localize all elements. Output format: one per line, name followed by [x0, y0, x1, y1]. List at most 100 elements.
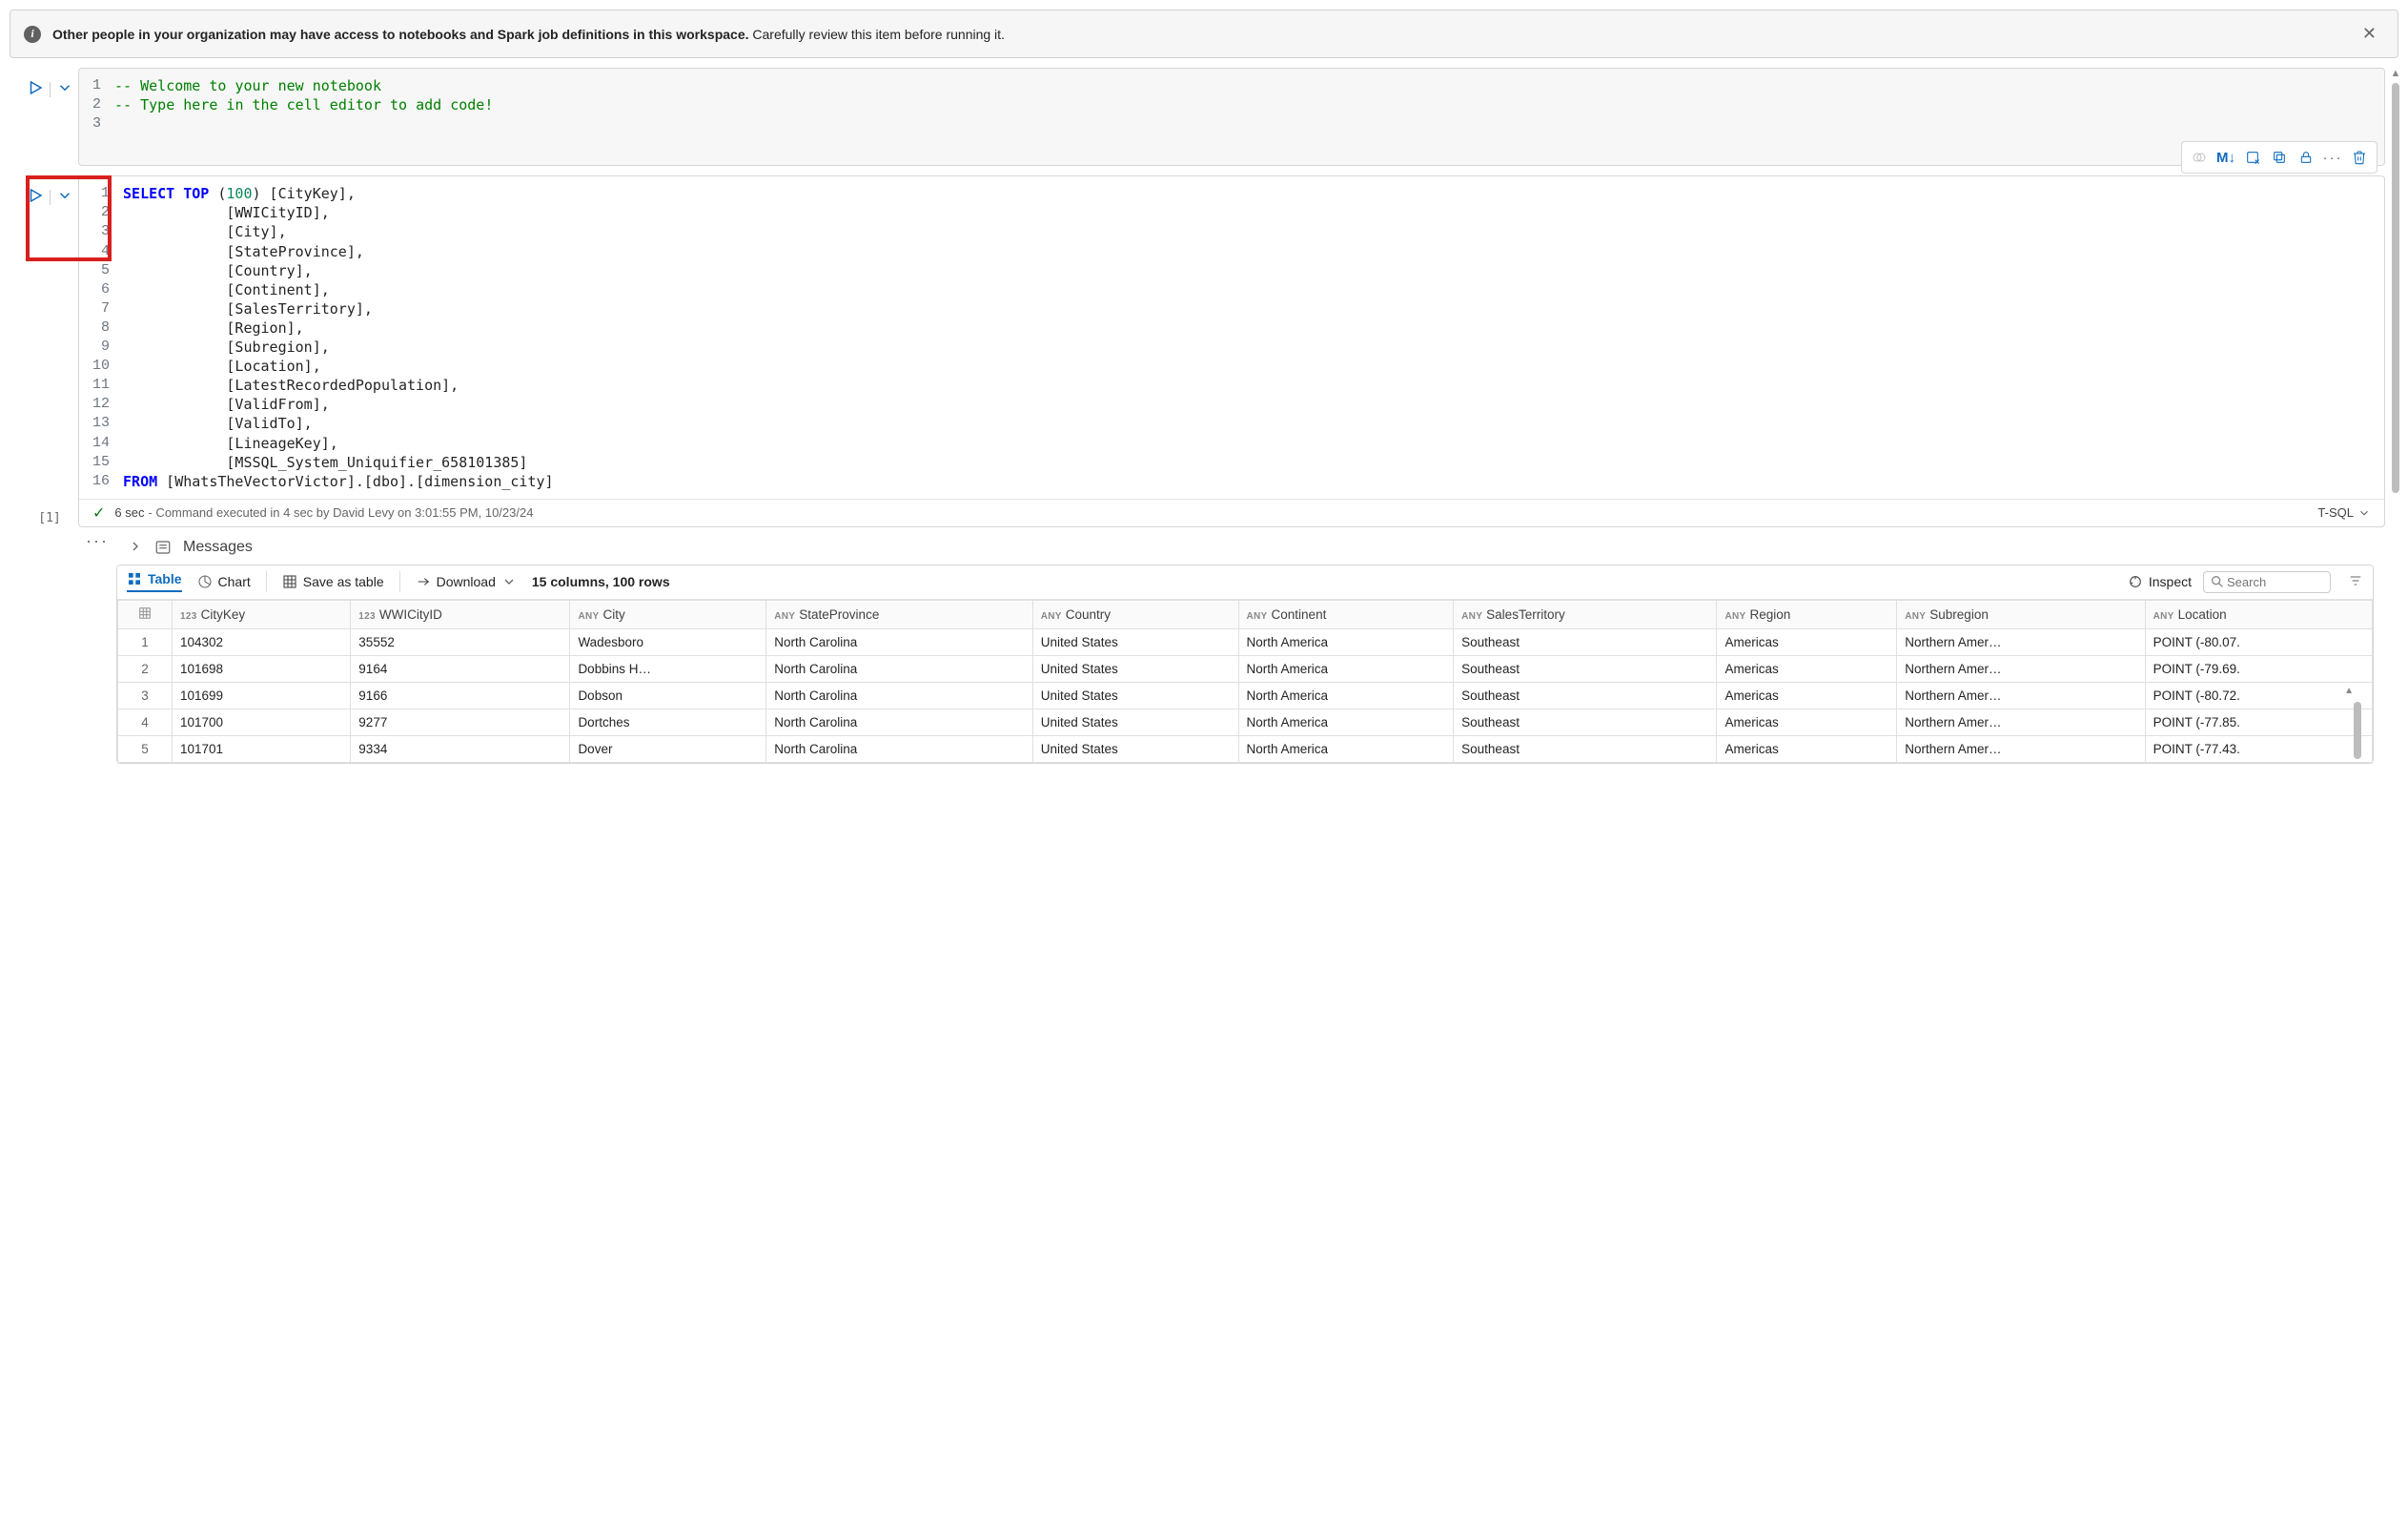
column-header[interactable]: ANYRegion — [1717, 600, 1897, 628]
search-input[interactable] — [2225, 574, 2305, 590]
column-header[interactable]: 123WWICityID — [351, 600, 570, 628]
row-index-header[interactable] — [118, 600, 173, 628]
scroll-up-icon[interactable]: ▲ — [2391, 68, 2401, 79]
table-cell: North Carolina — [766, 735, 1032, 762]
table-cell: United States — [1032, 628, 1238, 655]
table-cell: Southeast — [1454, 682, 1717, 709]
grid-icon — [282, 574, 297, 589]
table-cell: North America — [1238, 682, 1454, 709]
table-cell: North Carolina — [766, 682, 1032, 709]
results-toolbar: Table Chart Save as table — [117, 565, 2373, 600]
column-header[interactable]: 123CityKey — [173, 600, 351, 628]
inspect-button[interactable]: Inspect — [2128, 574, 2192, 589]
table-cell: 101700 — [173, 709, 351, 735]
cell2-editor[interactable]: 12345678910111213141516 SELECT TOP (100)… — [78, 175, 2385, 527]
cell1-editor[interactable]: 123 -- Welcome to your new notebook -- T… — [78, 68, 2385, 166]
table-cell: Dortches — [570, 709, 766, 735]
cell1-gutter — [21, 68, 78, 166]
cell-output-more-icon[interactable]: ··· — [86, 531, 109, 551]
cell2-language-picker[interactable]: T-SQL — [2317, 505, 2371, 520]
delete-cell-icon[interactable] — [2346, 146, 2373, 169]
table-cell: United States — [1032, 709, 1238, 735]
table-cell: Southeast — [1454, 628, 1717, 655]
grid-icon — [138, 606, 152, 620]
table-cell: 35552 — [351, 628, 570, 655]
view-table-tab[interactable]: Table — [127, 571, 182, 592]
inspect-icon — [2128, 574, 2143, 589]
lock-cell-icon[interactable] — [2293, 146, 2319, 169]
close-icon[interactable]: ✕ — [2355, 20, 2384, 48]
copilot-icon — [2186, 146, 2213, 169]
column-header[interactable]: ANYCity — [570, 600, 766, 628]
cell1-code[interactable]: -- Welcome to your new notebook -- Type … — [114, 76, 2373, 134]
column-header[interactable]: ANYSubregion — [1897, 600, 2145, 628]
messages-label: Messages — [183, 539, 253, 556]
results-table[interactable]: 123CityKey123WWICityIDANYCityANYStatePro… — [117, 600, 2373, 763]
column-header[interactable]: ANYLocation — [2145, 600, 2372, 628]
table-cell: Northern Amer… — [1897, 682, 2145, 709]
table-cell: POINT (-80.72. — [2145, 682, 2372, 709]
run-cell-button[interactable] — [27, 187, 44, 207]
column-header[interactable]: ANYStateProvince — [766, 600, 1032, 628]
table-cell: Southeast — [1454, 655, 1717, 682]
table-row[interactable]: 41017009277DortchesNorth CarolinaUnited … — [118, 709, 2373, 735]
column-header[interactable]: ANYCountry — [1032, 600, 1238, 628]
column-header[interactable]: ANYSalesTerritory — [1454, 600, 1717, 628]
messages-icon — [154, 539, 172, 556]
table-row[interactable]: 21016989164Dobbins H…North CarolinaUnite… — [118, 655, 2373, 682]
table-cell: Dover — [570, 735, 766, 762]
table-row[interactable]: 51017019334DoverNorth CarolinaUnited Sta… — [118, 735, 2373, 762]
table-cell: Northern Amer… — [1897, 628, 2145, 655]
clear-output-icon[interactable] — [2239, 146, 2266, 169]
table-cell: Americas — [1717, 709, 1897, 735]
download-icon — [416, 574, 431, 589]
duplicate-cell-icon[interactable] — [2266, 146, 2293, 169]
table-cell: 9334 — [351, 735, 570, 762]
download-button[interactable]: Download — [416, 574, 517, 589]
table-cell: Northern Amer… — [1897, 655, 2145, 682]
table-cell: Americas — [1717, 628, 1897, 655]
table-cell: United States — [1032, 735, 1238, 762]
chevron-down-icon — [501, 574, 517, 589]
cell-menu-chevron-icon[interactable] — [56, 79, 73, 99]
cell-execution-index: [1] — [38, 511, 60, 525]
convert-to-markdown-button[interactable]: M↓ — [2213, 146, 2239, 169]
messages-section[interactable]: Messages — [116, 531, 2374, 565]
more-actions-icon[interactable]: ··· — [2319, 146, 2346, 169]
cell2-toolbar: M↓ ··· — [2181, 141, 2377, 174]
table-cell: POINT (-77.43. — [2145, 735, 2372, 762]
notebook-scrollbar[interactable]: ▲ — [2385, 68, 2406, 888]
cell2-status: ✓ 6 sec - Command executed in 4 sec by D… — [79, 499, 2384, 526]
table-icon — [127, 571, 142, 586]
table-scrollbar[interactable] — [2354, 702, 2361, 759]
table-cell: North America — [1238, 655, 1454, 682]
cell-menu-chevron-icon[interactable] — [56, 187, 73, 207]
table-cell: POINT (-77.85. — [2145, 709, 2372, 735]
column-header[interactable]: ANYContinent — [1238, 600, 1454, 628]
chart-icon — [197, 574, 213, 589]
table-cell: North Carolina — [766, 655, 1032, 682]
table-row[interactable]: 110430235552WadesboroNorth CarolinaUnite… — [118, 628, 2373, 655]
filter-icon[interactable] — [2342, 573, 2363, 591]
run-cell-button[interactable] — [27, 79, 44, 99]
table-cell: Wadesboro — [570, 628, 766, 655]
table-cell: 9166 — [351, 682, 570, 709]
table-row[interactable]: 31016999166DobsonNorth CarolinaUnited St… — [118, 682, 2373, 709]
table-cell: POINT (-79.69. — [2145, 655, 2372, 682]
scroll-up-icon[interactable]: ▲ — [2344, 686, 2354, 696]
results-search[interactable] — [2203, 571, 2331, 593]
search-icon — [2210, 574, 2225, 589]
table-cell: 104302 — [173, 628, 351, 655]
table-cell: 9164 — [351, 655, 570, 682]
view-chart-tab[interactable]: Chart — [197, 574, 251, 589]
table-cell: North America — [1238, 628, 1454, 655]
table-cell: 9277 — [351, 709, 570, 735]
table-cell: Northern Amer… — [1897, 735, 2145, 762]
save-as-table-button[interactable]: Save as table — [282, 574, 384, 589]
table-cell: North America — [1238, 709, 1454, 735]
results-panel: Table Chart Save as table — [116, 565, 2374, 764]
table-cell: United States — [1032, 682, 1238, 709]
info-icon: i — [24, 26, 41, 43]
cell2-code[interactable]: SELECT TOP (100) [CityKey], [WWICityID],… — [123, 184, 2373, 491]
success-icon: ✓ — [92, 503, 105, 523]
